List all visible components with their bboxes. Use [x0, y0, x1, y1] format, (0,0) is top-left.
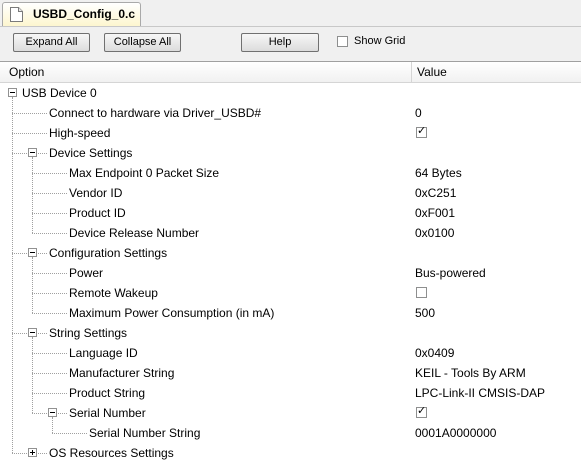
- collapse-icon[interactable]: [48, 408, 57, 417]
- row-device-settings[interactable]: Device Settings: [0, 143, 581, 163]
- config-wizard-grid: Option Value USB Device 0 Connect to hard…: [0, 61, 581, 465]
- option-value[interactable]: 0xF001: [415, 206, 455, 220]
- collapse-all-button[interactable]: Collapse All: [104, 33, 181, 52]
- option-value[interactable]: Bus-powered: [415, 266, 486, 280]
- option-value[interactable]: 0xC251: [415, 186, 456, 200]
- collapse-icon[interactable]: [28, 328, 37, 337]
- option-label: Power: [69, 266, 104, 280]
- row-serial-number[interactable]: Serial Number ✓: [0, 403, 581, 423]
- option-label: Max Endpoint 0 Packet Size: [69, 166, 220, 180]
- option-label: Device Settings: [49, 146, 133, 160]
- editor-tab-strip: USBD_Config_0.c: [0, 0, 581, 27]
- row-manufacturer-string[interactable]: Manufacturer String KEIL - Tools By ARM: [0, 363, 581, 383]
- help-button[interactable]: Help: [241, 33, 319, 52]
- collapse-icon[interactable]: [28, 148, 37, 157]
- row-usb-device-0[interactable]: USB Device 0: [0, 83, 581, 103]
- row-high-speed[interactable]: High-speed ✓: [0, 123, 581, 143]
- collapse-icon[interactable]: [8, 88, 17, 97]
- toolbar: Expand All Collapse All Help Show Grid: [0, 27, 581, 59]
- option-value[interactable]: 0x0409: [415, 346, 454, 360]
- option-label: Vendor ID: [69, 186, 123, 200]
- option-value[interactable]: 0: [415, 106, 422, 120]
- expand-icon[interactable]: [28, 448, 37, 457]
- row-product-string[interactable]: Product String LPC-Link-II CMSIS-DAP: [0, 383, 581, 403]
- option-column-header[interactable]: Option: [9, 65, 44, 79]
- option-checkbox[interactable]: [416, 287, 427, 298]
- option-label: Product String: [69, 386, 146, 400]
- file-tab[interactable]: USBD_Config_0.c: [2, 2, 141, 26]
- option-label: USB Device 0: [22, 86, 97, 100]
- option-label: Device Release Number: [69, 226, 200, 240]
- column-divider[interactable]: [411, 62, 412, 82]
- option-label: High-speed: [49, 126, 111, 140]
- show-grid-label: Show Grid: [354, 35, 406, 47]
- show-grid-checkbox[interactable]: [337, 36, 348, 47]
- option-label: OS Resources Settings: [49, 446, 174, 460]
- option-value[interactable]: 64 Bytes: [415, 166, 462, 180]
- file-tab-label: USBD_Config_0.c: [33, 7, 136, 21]
- option-label: Remote Wakeup: [69, 286, 158, 300]
- expand-all-button[interactable]: Expand All: [13, 33, 90, 52]
- option-checkbox[interactable]: ✓: [416, 405, 427, 418]
- row-remote-wakeup[interactable]: Remote Wakeup: [0, 283, 581, 303]
- row-connect-to-hardware-via-driver-usbd[interactable]: Connect to hardware via Driver_USBD# 0: [0, 103, 581, 123]
- row-string-settings[interactable]: String Settings: [0, 323, 581, 343]
- option-label: Language ID: [69, 346, 138, 360]
- option-label: Configuration Settings: [49, 246, 168, 260]
- row-configuration-settings[interactable]: Configuration Settings: [0, 243, 581, 263]
- option-value[interactable]: 500: [415, 306, 435, 320]
- option-label: Manufacturer String: [69, 366, 175, 380]
- row-product-id[interactable]: Product ID 0xF001: [0, 203, 581, 223]
- option-value[interactable]: 0001A0000000: [415, 426, 496, 440]
- option-label: String Settings: [49, 326, 128, 340]
- row-device-release-number[interactable]: Device Release Number 0x0100: [0, 223, 581, 243]
- option-value[interactable]: KEIL - Tools By ARM: [415, 366, 526, 380]
- row-maximum-power-consumption-in-ma[interactable]: Maximum Power Consumption (in mA) 500: [0, 303, 581, 323]
- option-label: Maximum Power Consumption (in mA): [69, 306, 275, 320]
- value-column-header[interactable]: Value: [417, 65, 447, 79]
- option-value[interactable]: LPC-Link-II CMSIS-DAP: [415, 386, 545, 400]
- checkmark-icon: ✓: [417, 405, 427, 417]
- option-checkbox[interactable]: ✓: [416, 125, 427, 138]
- c-file-icon: [10, 7, 23, 22]
- option-label: Serial Number: [69, 406, 146, 420]
- option-label: Connect to hardware via Driver_USBD#: [49, 106, 262, 120]
- row-power[interactable]: Power Bus-powered: [0, 263, 581, 283]
- option-label: Serial Number String: [89, 426, 201, 440]
- option-value[interactable]: 0x0100: [415, 226, 454, 240]
- row-os-resources-settings[interactable]: OS Resources Settings: [0, 443, 581, 463]
- checkmark-icon: ✓: [417, 125, 427, 137]
- option-label: Product ID: [69, 206, 126, 220]
- row-serial-number-string[interactable]: Serial Number String 0001A0000000: [0, 423, 581, 443]
- row-vendor-id[interactable]: Vendor ID 0xC251: [0, 183, 581, 203]
- row-language-id[interactable]: Language ID 0x0409: [0, 343, 581, 363]
- row-max-endpoint-0-packet-size[interactable]: Max Endpoint 0 Packet Size 64 Bytes: [0, 163, 581, 183]
- grid-header: Option Value: [0, 62, 581, 83]
- collapse-icon[interactable]: [28, 248, 37, 257]
